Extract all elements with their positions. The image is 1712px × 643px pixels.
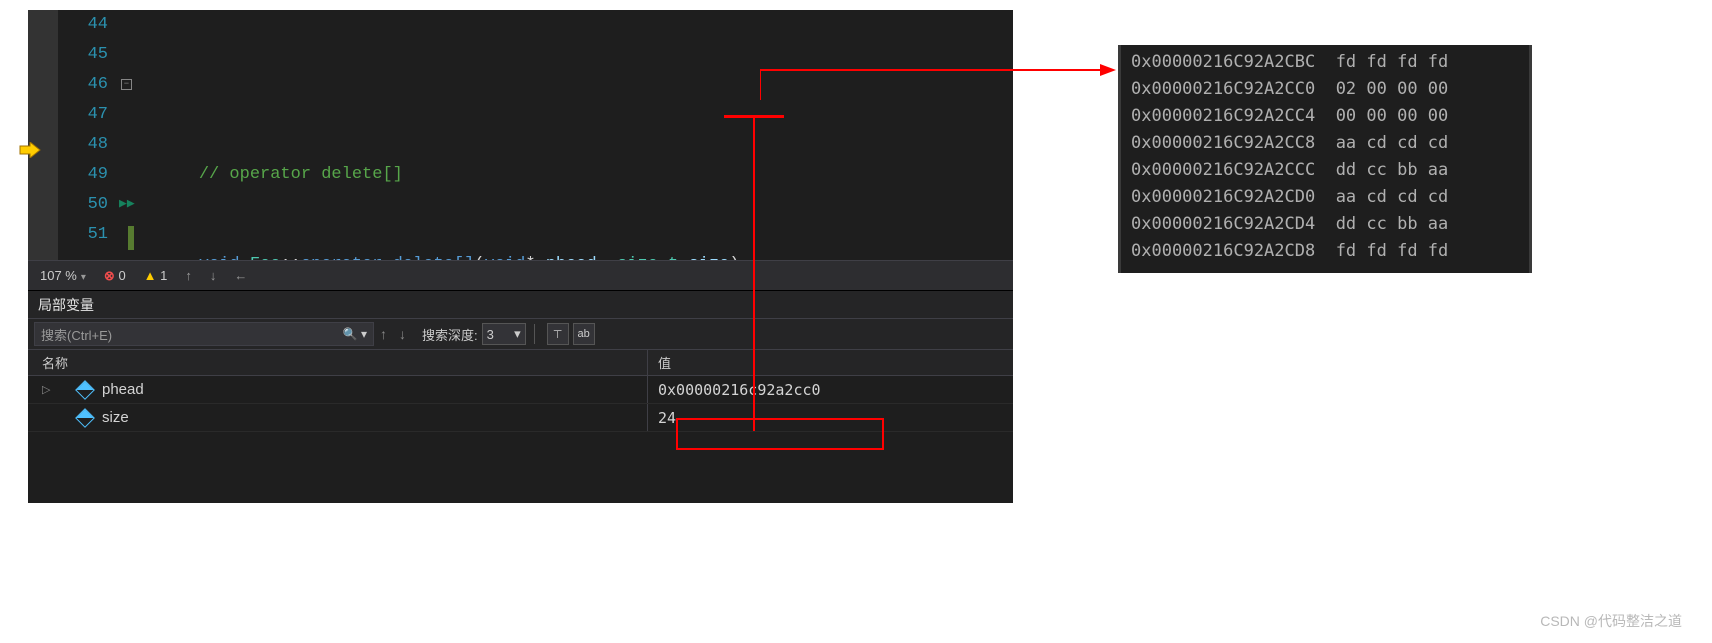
code-editor[interactable]: 44 45 46 47 48 49 50 51 − ▶▶ // operator…: [28, 10, 1013, 260]
regex-button[interactable]: ab: [573, 323, 595, 345]
error-count[interactable]: ⊗ 0: [104, 268, 126, 284]
warning-icon: ▲: [144, 268, 157, 283]
line-number: 46: [58, 70, 108, 100]
depth-label: 搜索深度:: [412, 325, 482, 344]
table-row[interactable]: size 24: [28, 404, 1013, 432]
locals-panel-title: 局部变量: [28, 290, 1013, 318]
comma: ,: [597, 255, 617, 260]
line-number: 51: [58, 220, 108, 250]
line-number: 47: [58, 100, 108, 130]
header-value[interactable]: 值: [648, 350, 1013, 375]
class-name: Foo: [250, 255, 281, 260]
code-content[interactable]: // operator delete[] void Foo::operator …: [138, 10, 1013, 260]
ide-panel: 44 45 46 47 48 49 50 51 − ▶▶ // operator…: [28, 10, 1013, 503]
kw-operator: operator: [301, 255, 393, 260]
type-sizet: size_t: [617, 255, 678, 260]
paren-close: ): [729, 255, 739, 260]
change-marker: [128, 226, 134, 250]
warning-count[interactable]: ▲ 1: [144, 268, 168, 283]
locals-table: 名称 值 ▷ phead 0x00000216c92a2cc0 size 24: [28, 350, 1013, 503]
scope-op: ::: [280, 255, 300, 260]
table-row[interactable]: ▷ phead 0x00000216c92a2cc0: [28, 376, 1013, 404]
pin-button[interactable]: ⊤: [547, 323, 569, 345]
paren: (: [474, 255, 484, 260]
search-icon: 🔍 ▾: [343, 327, 367, 341]
line-number: 44: [58, 10, 108, 40]
var-name: size: [102, 409, 129, 426]
warn-num: 1: [160, 268, 167, 283]
nav-down-icon[interactable]: ↓: [210, 268, 217, 283]
fold-gutter[interactable]: − ▶▶: [118, 10, 138, 260]
var-value: 24: [648, 404, 1013, 431]
separator: [534, 324, 535, 344]
kw-void2: void: [485, 255, 526, 260]
param-size: size: [689, 255, 730, 260]
line-number: 45: [58, 40, 108, 70]
line-number-gutter: 44 45 46 47 48 49 50 51: [58, 10, 118, 260]
line-number: 50: [58, 190, 108, 220]
zoom-dropdown[interactable]: 107 %: [40, 268, 86, 283]
line-number: 49: [58, 160, 108, 190]
expand-icon[interactable]: ▷: [42, 383, 54, 396]
depth-value: 3: [487, 327, 494, 342]
watermark: CSDN @代码整洁之道: [1540, 611, 1682, 631]
search-placeholder: 搜索(Ctrl+E): [41, 325, 112, 344]
locals-toolbar: 搜索(Ctrl+E) 🔍 ▾ ↑ ↓ 搜索深度: 3▾ ⊤ ab: [28, 318, 1013, 350]
search-input[interactable]: 搜索(Ctrl+E) 🔍 ▾: [34, 322, 374, 346]
code-comment: // operator delete[]: [199, 165, 403, 184]
param-phead: phead: [546, 255, 597, 260]
fold-toggle-icon[interactable]: −: [121, 79, 132, 90]
kw-delete: delete[]: [393, 255, 475, 260]
star: *: [525, 255, 545, 260]
variable-icon: [75, 380, 95, 400]
run-to-icon[interactable]: ▶▶: [119, 196, 135, 211]
variable-icon: [75, 408, 95, 428]
sp: [678, 255, 688, 260]
var-name: phead: [102, 381, 144, 398]
error-num: 0: [118, 268, 125, 283]
nav-up-icon[interactable]: ↑: [185, 268, 192, 283]
line-number: 48: [58, 130, 108, 160]
var-value: 0x00000216c92a2cc0: [648, 376, 1013, 403]
memory-content: 0x00000216C92A2CBC fd fd fd fd 0x0000021…: [1131, 49, 1519, 265]
editor-status-bar: 107 % ⊗ 0 ▲ 1 ↑ ↓ ←: [28, 260, 1013, 290]
header-name[interactable]: 名称: [28, 350, 648, 375]
search-next-icon[interactable]: ↓: [393, 326, 412, 342]
execution-pointer-icon: [16, 140, 44, 160]
breakpoint-gutter[interactable]: [28, 10, 58, 260]
search-prev-icon[interactable]: ↑: [374, 326, 393, 342]
memory-view[interactable]: 0x00000216C92A2CBC fd fd fd fd 0x0000021…: [1118, 45, 1532, 273]
locals-header-row: 名称 值: [28, 350, 1013, 376]
error-icon: ⊗: [104, 268, 115, 283]
kw-void: void: [199, 255, 250, 260]
depth-dropdown[interactable]: 3▾: [482, 323, 526, 345]
nav-back-icon[interactable]: ←: [234, 268, 247, 283]
